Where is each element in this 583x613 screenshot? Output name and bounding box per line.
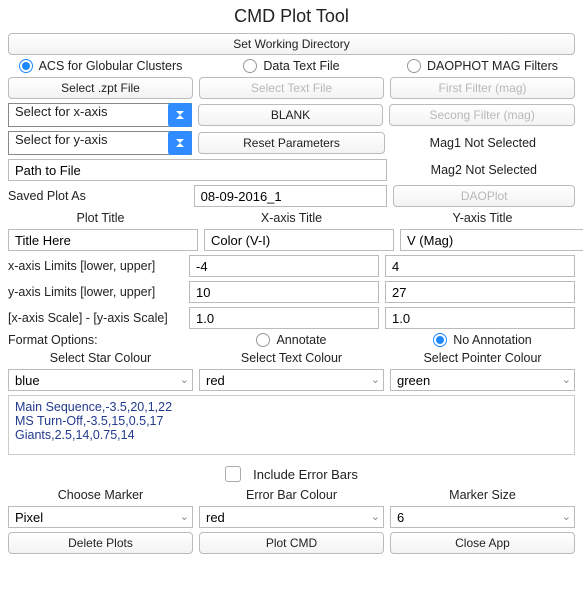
plot-cmd-button[interactable]: Plot CMD bbox=[199, 532, 384, 554]
yscale-input[interactable] bbox=[385, 307, 575, 329]
xaxis-title-input[interactable] bbox=[204, 229, 394, 251]
scale-label: [x-axis Scale] - [y-axis Scale] bbox=[8, 311, 183, 325]
ylim-high-input[interactable] bbox=[385, 281, 575, 303]
markersize-select[interactable]: ⌄ bbox=[390, 506, 575, 528]
pointer-colour-select[interactable]: ⌄ bbox=[390, 369, 575, 391]
mode-datatext-radio[interactable]: Data Text File bbox=[199, 59, 384, 73]
ylim-label: y-axis Limits [lower, upper] bbox=[8, 285, 183, 299]
radio-icon bbox=[19, 59, 33, 73]
daoplot-button: DAOPlot bbox=[393, 185, 575, 207]
mag2-status: Mag2 Not Selected bbox=[393, 163, 575, 177]
select-textfile-button: Select Text File bbox=[199, 77, 384, 99]
path-input[interactable] bbox=[8, 159, 387, 181]
sequence-textarea[interactable] bbox=[8, 395, 575, 455]
mode-acs-radio[interactable]: ACS for Globular Clusters bbox=[8, 59, 193, 73]
select-zpt-button[interactable]: Select .zpt File bbox=[8, 77, 193, 99]
mode-daophot-radio[interactable]: DAOPHOT MAG Filters bbox=[390, 59, 575, 73]
include-errorbars-checkbox[interactable] bbox=[225, 466, 241, 482]
radio-icon bbox=[256, 333, 270, 347]
include-errorbars-label: Include Error Bars bbox=[253, 467, 358, 482]
saved-as-input[interactable] bbox=[194, 185, 388, 207]
delete-plots-button[interactable]: Delete Plots bbox=[8, 532, 193, 554]
saved-as-label: Saved Plot As bbox=[8, 189, 188, 203]
xaxis-select[interactable]: Select for x-axis bbox=[8, 103, 192, 127]
format-options-label: Format Options: bbox=[8, 333, 193, 347]
ylim-low-input[interactable] bbox=[189, 281, 379, 303]
radio-icon bbox=[243, 59, 257, 73]
mode-daophot-label: DAOPHOT MAG Filters bbox=[427, 59, 558, 73]
no-annotate-radio[interactable]: No Annotation bbox=[390, 333, 575, 347]
xlim-high-input[interactable] bbox=[385, 255, 575, 277]
plot-title-header: Plot Title bbox=[8, 211, 193, 225]
errcol-header: Error Bar Colour bbox=[199, 488, 384, 502]
xlim-low-input[interactable] bbox=[189, 255, 379, 277]
xscale-input[interactable] bbox=[189, 307, 379, 329]
yaxis-title-header: Y-axis Title bbox=[390, 211, 575, 225]
blank-button[interactable]: BLANK bbox=[198, 104, 384, 126]
mode-datatext-label: Data Text File bbox=[263, 59, 339, 73]
yaxis-title-input[interactable] bbox=[400, 229, 583, 251]
annotate-radio[interactable]: Annotate bbox=[199, 333, 384, 347]
annotate-label: Annotate bbox=[276, 333, 326, 347]
markersize-header: Marker Size bbox=[390, 488, 575, 502]
radio-icon bbox=[433, 333, 447, 347]
no-annotate-label: No Annotation bbox=[453, 333, 532, 347]
close-app-button[interactable]: Close App bbox=[390, 532, 575, 554]
star-colour-header: Select Star Colour bbox=[8, 351, 193, 365]
xaxis-title-header: X-axis Title bbox=[199, 211, 384, 225]
pointer-colour-header: Select Pointer Colour bbox=[390, 351, 575, 365]
first-filter-button: First Filter (mag) bbox=[390, 77, 575, 99]
xlim-label: x-axis Limits [lower, upper] bbox=[8, 259, 183, 273]
radio-icon bbox=[407, 59, 421, 73]
marker-header: Choose Marker bbox=[8, 488, 193, 502]
marker-select[interactable]: ⌄ bbox=[8, 506, 193, 528]
errorbar-colour-select[interactable]: ⌄ bbox=[199, 506, 384, 528]
reset-params-button[interactable]: Reset Parameters bbox=[198, 132, 384, 154]
mag1-status: Mag1 Not Selected bbox=[391, 136, 575, 150]
text-colour-header: Select Text Colour bbox=[199, 351, 384, 365]
second-filter-button: Secong Filter (mag) bbox=[389, 104, 575, 126]
yaxis-select[interactable]: Select for y-axis bbox=[8, 131, 192, 155]
mode-acs-label: ACS for Globular Clusters bbox=[39, 59, 183, 73]
star-colour-select[interactable]: ⌄ bbox=[8, 369, 193, 391]
set-working-dir-button[interactable]: Set Working Directory bbox=[8, 33, 575, 55]
plot-title-input[interactable] bbox=[8, 229, 198, 251]
app-title: CMD Plot Tool bbox=[8, 6, 575, 27]
text-colour-select[interactable]: ⌄ bbox=[199, 369, 384, 391]
